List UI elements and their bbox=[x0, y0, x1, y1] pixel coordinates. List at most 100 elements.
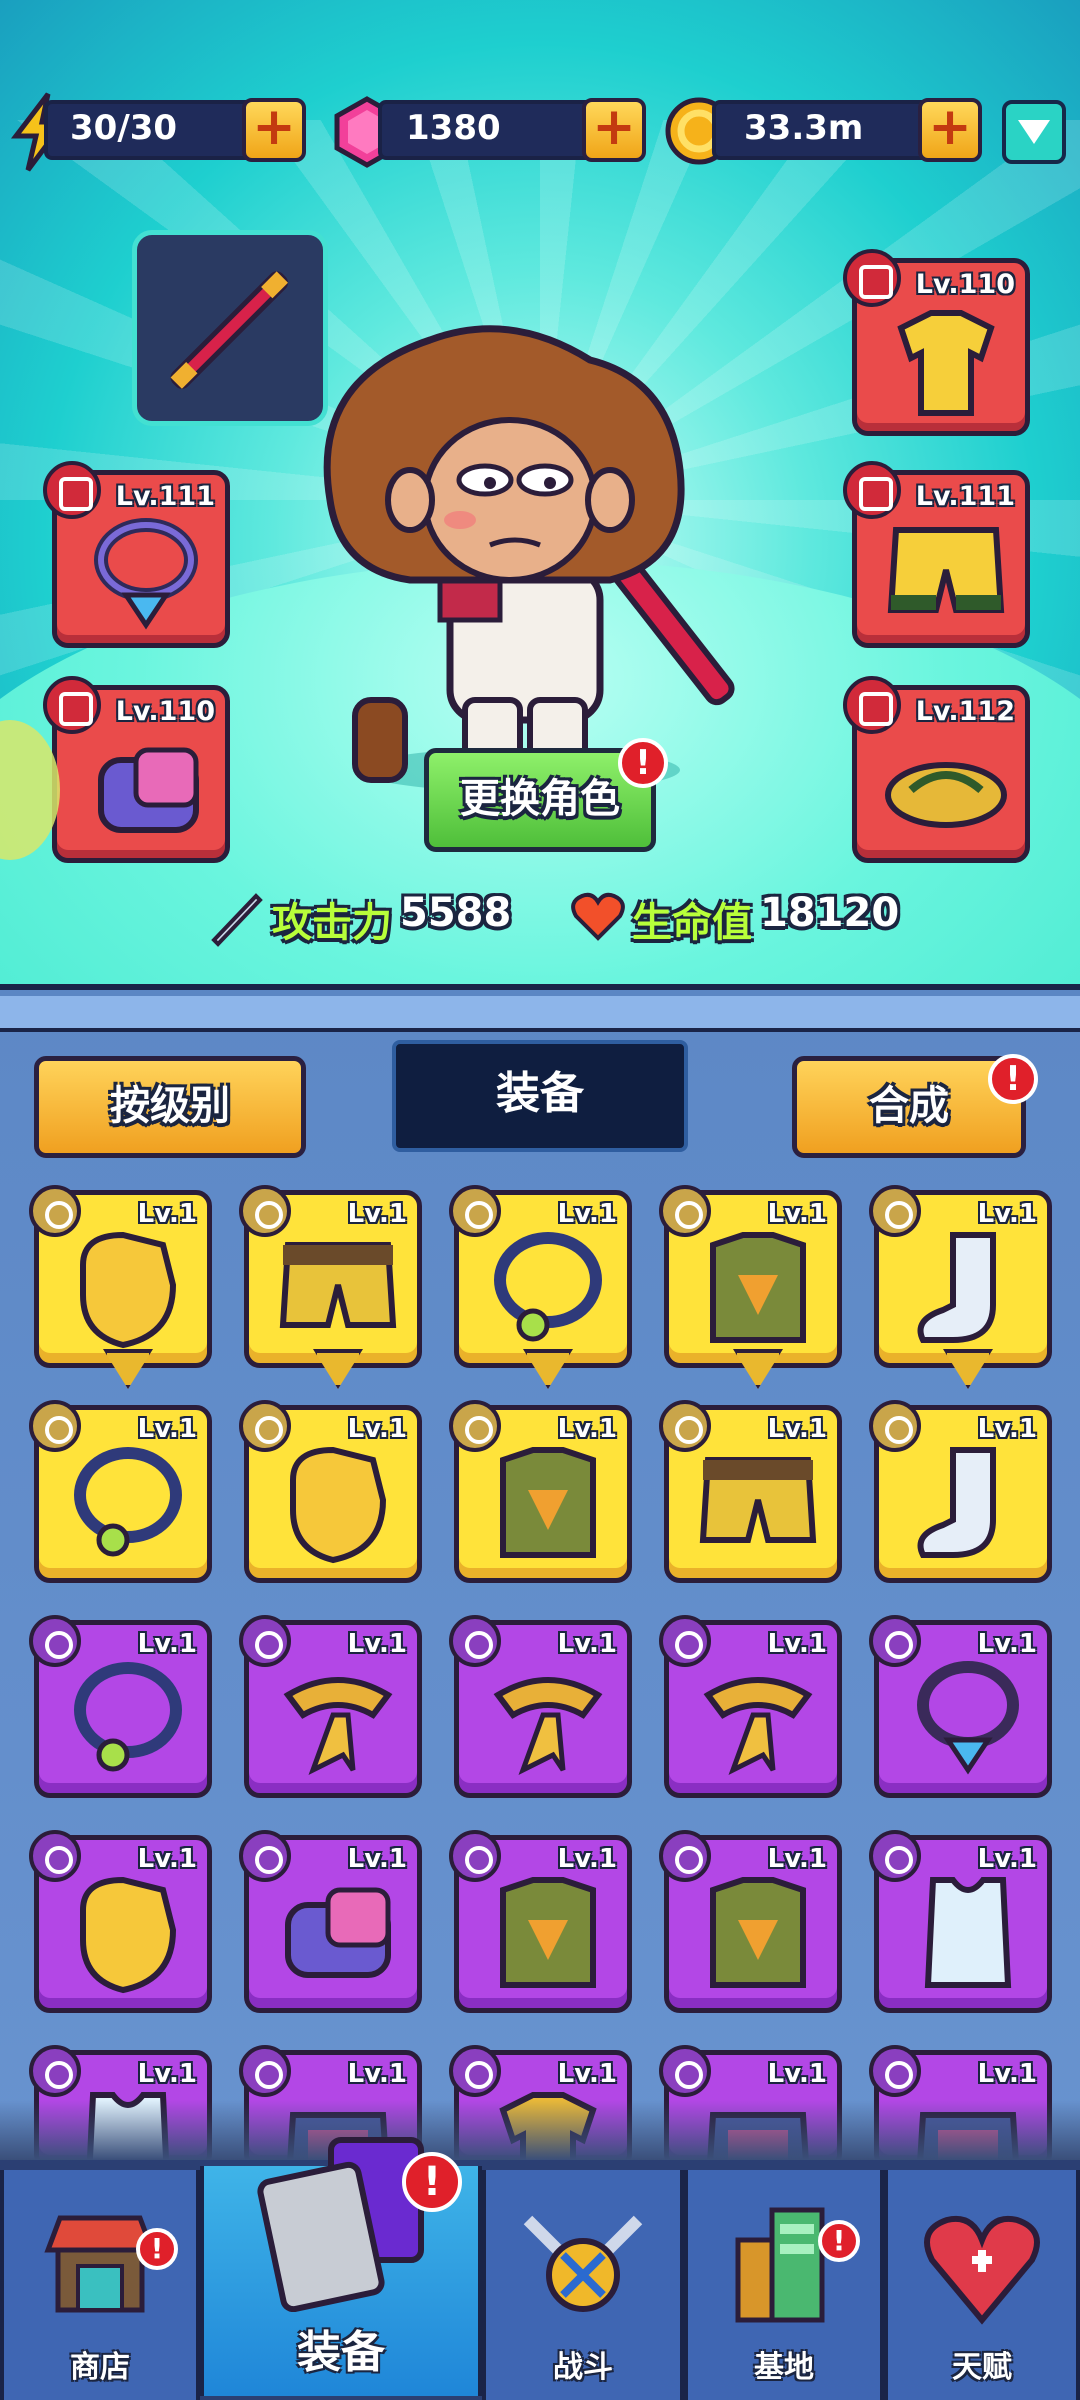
inventory-item[interactable]: Lv.1 bbox=[869, 1400, 1052, 1583]
sword-icon bbox=[211, 893, 263, 947]
base-alert-badge: ! bbox=[818, 2220, 860, 2262]
inventory-item[interactable]: Lv.1 bbox=[29, 1400, 212, 1583]
vest-icon bbox=[500, 1447, 596, 1558]
change-character-alert-badge: ! bbox=[618, 738, 668, 788]
talent-icon bbox=[924, 2216, 1040, 2325]
energy-plus-button[interactable]: + bbox=[242, 98, 306, 162]
base-icon bbox=[735, 2207, 825, 2323]
nav-battle[interactable]: 战斗 bbox=[482, 2170, 684, 2400]
coin-counter: 33.3m + bbox=[712, 98, 982, 162]
nav-shop-label: 商店 bbox=[70, 2350, 130, 2385]
vest-icon bbox=[710, 1877, 806, 1988]
scarf-icon bbox=[283, 1677, 393, 1776]
inventory-item[interactable]: Lv.1 bbox=[449, 1185, 632, 1389]
energy-counter: 30/30 + bbox=[44, 98, 306, 162]
heart-icon bbox=[571, 892, 625, 941]
slot-level: Lv.110 bbox=[915, 269, 1015, 300]
shorts-icon bbox=[887, 527, 1005, 613]
shorts-icon bbox=[279, 1242, 397, 1328]
nav-base-label: 基地 bbox=[754, 2350, 814, 2385]
nav-shop[interactable]: ! 商店 bbox=[0, 2170, 200, 2400]
grid-fade bbox=[0, 2100, 1080, 2160]
shield-icon bbox=[1018, 120, 1050, 144]
nav-equipment[interactable]: ! 装备 bbox=[200, 2137, 482, 2396]
necklace-icon bbox=[494, 1232, 602, 1342]
inventory-item[interactable]: Lv.1 bbox=[449, 1615, 632, 1798]
weapon-slot[interactable] bbox=[132, 230, 328, 426]
inventory-item[interactable]: Lv.1 bbox=[239, 1830, 422, 2013]
slot-level: Lv.111 bbox=[115, 481, 215, 512]
coin-plus-button[interactable]: + bbox=[918, 98, 982, 162]
attack-value: 5588 bbox=[400, 890, 512, 936]
necklace-icon bbox=[94, 518, 198, 630]
inventory-item[interactable]: Lv.1 bbox=[659, 1400, 842, 1583]
necklace-icon bbox=[74, 1447, 182, 1557]
attack-label: 攻击力 bbox=[272, 900, 392, 946]
inventory-item[interactable]: Lv.1 bbox=[29, 1830, 212, 2013]
hp-value: 18120 bbox=[760, 890, 900, 936]
panel-header-strip bbox=[0, 996, 1080, 1032]
inventory-item[interactable]: Lv.1 bbox=[29, 1185, 212, 1389]
gem-value: 1380 bbox=[406, 108, 501, 148]
inventory-item[interactable]: Lv.1 bbox=[659, 1185, 842, 1389]
equip-slot-shorts[interactable]: Lv.111 bbox=[843, 461, 1030, 648]
equip-slot-shirt[interactable]: Lv.110 bbox=[843, 249, 1030, 436]
equip-slot-gauntlet[interactable]: Lv.110 bbox=[43, 676, 230, 863]
staff-icon bbox=[170, 271, 288, 389]
necklace-icon bbox=[74, 1662, 182, 1772]
nav-base[interactable]: ! 基地 bbox=[684, 2170, 884, 2400]
scarf-icon bbox=[493, 1677, 603, 1776]
gem-counter: 1380 + bbox=[378, 98, 646, 162]
nav-equipment-label: 装备 bbox=[297, 2327, 385, 2378]
shield-menu-button[interactable] bbox=[1002, 100, 1066, 164]
sandals-type-icon bbox=[843, 676, 901, 734]
glove-icon bbox=[80, 1231, 177, 1349]
inventory-item[interactable]: Lv.1 bbox=[449, 1830, 632, 2013]
tank-icon bbox=[924, 1877, 1012, 1988]
glove-icon bbox=[290, 1446, 387, 1564]
inventory-item[interactable]: Lv.1 bbox=[239, 1400, 422, 1583]
coin-value: 33.3m bbox=[744, 108, 864, 148]
shirt-type-icon bbox=[843, 249, 901, 307]
vest-icon bbox=[500, 1877, 596, 1988]
shorts-type-icon bbox=[843, 461, 901, 519]
gauntlet-icon bbox=[285, 1887, 391, 1978]
inventory-item[interactable]: Lv.1 bbox=[239, 1615, 422, 1798]
slot-level: Lv.111 bbox=[915, 481, 1015, 512]
shirt-icon bbox=[897, 310, 995, 416]
glove-icon bbox=[80, 1876, 177, 1994]
inventory-item[interactable]: Lv.1 bbox=[449, 1400, 632, 1583]
equipment-alert-badge: ! bbox=[402, 2152, 462, 2212]
equip-slot-necklace[interactable]: Lv.111 bbox=[43, 461, 230, 648]
shop-alert-badge: ! bbox=[136, 2228, 178, 2270]
energy-value: 30/30 bbox=[70, 108, 178, 148]
tab-equipment[interactable]: 装备 bbox=[392, 1040, 688, 1152]
slot-level: Lv.110 bbox=[115, 696, 215, 727]
sock-icon bbox=[917, 1447, 996, 1558]
inventory-item[interactable]: Lv.1 bbox=[239, 1185, 422, 1389]
necklace-type-icon bbox=[43, 461, 101, 519]
pendant-icon bbox=[917, 1661, 1019, 1775]
monkey-character bbox=[323, 325, 735, 790]
equip-slot-sandals[interactable]: Lv.112 bbox=[843, 676, 1030, 863]
slot-level: Lv.112 bbox=[915, 696, 1015, 727]
hp-label: 生命值 bbox=[632, 900, 752, 946]
battle-icon bbox=[523, 2215, 643, 2312]
scarf-icon bbox=[703, 1677, 813, 1776]
inventory-item[interactable]: Lv.1 bbox=[869, 1185, 1052, 1389]
gauntlet-type-icon bbox=[43, 676, 101, 734]
sandal-icon bbox=[885, 762, 1007, 828]
gauntlet-icon bbox=[98, 747, 199, 833]
nav-battle-label: 战斗 bbox=[553, 2350, 613, 2385]
gem-plus-button[interactable]: + bbox=[582, 98, 646, 162]
vest-icon bbox=[710, 1232, 806, 1343]
sort-by-level-button[interactable]: 按级别 bbox=[34, 1056, 306, 1158]
hero-stats: 攻击力 5588 生命值 18120 bbox=[0, 880, 1080, 960]
inventory-item[interactable]: Lv.1 bbox=[659, 1830, 842, 2013]
nav-talent-label: 天赋 bbox=[952, 2350, 1012, 2385]
inventory-item[interactable]: Lv.1 bbox=[869, 1615, 1052, 1798]
inventory-item[interactable]: Lv.1 bbox=[29, 1615, 212, 1798]
nav-talent[interactable]: 天赋 bbox=[884, 2170, 1080, 2400]
inventory-item[interactable]: Lv.1 bbox=[659, 1615, 842, 1798]
inventory-item[interactable]: Lv.1 bbox=[869, 1830, 1052, 2013]
